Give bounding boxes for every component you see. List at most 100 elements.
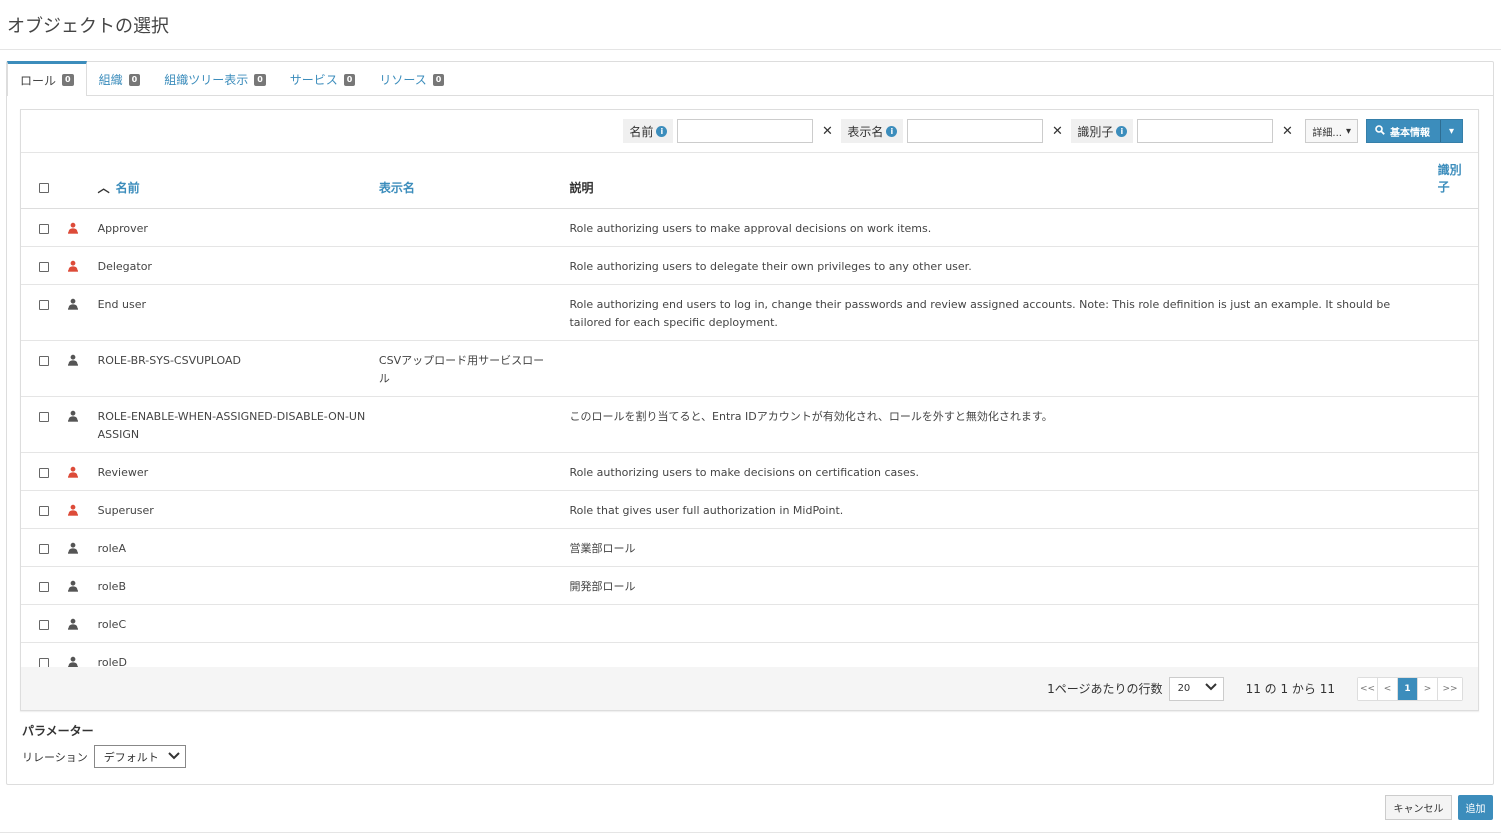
role-name[interactable]: Superuser <box>97 490 379 529</box>
role-icon-cell <box>67 452 98 491</box>
role-description <box>569 604 1438 643</box>
role-description: Role authorizing end users to log in, ch… <box>569 284 1438 341</box>
name-column-header[interactable]: ︿ 名前 <box>97 153 379 209</box>
identifier-column-header[interactable]: 識別子 <box>1437 153 1478 209</box>
row-checkbox[interactable] <box>39 505 49 516</box>
select-all-checkbox[interactable] <box>39 182 49 193</box>
tab-resource[interactable]: リソース 0 <box>367 61 456 95</box>
display-name-column-header[interactable]: 表示名 <box>378 153 570 209</box>
role-icon-cell <box>67 396 98 453</box>
role-display-name: CSVアップロード用サービスロール <box>378 340 570 397</box>
role-name[interactable]: ROLE-ENABLE-WHEN-ASSIGNED-DISABLE-ON-UNA… <box>97 396 379 453</box>
name-search-input[interactable] <box>677 119 814 143</box>
pagination: << < 1 > >> <box>1357 676 1463 701</box>
row-checkbox[interactable] <box>39 657 49 668</box>
cancel-button[interactable]: キャンセル <box>1385 795 1452 820</box>
role-icon-cell <box>67 490 98 529</box>
display-name-search-label: 表示名 i <box>841 119 904 143</box>
row-checkbox[interactable] <box>39 411 49 422</box>
role-name[interactable]: roleC <box>97 604 379 643</box>
display-name-search-input[interactable] <box>907 119 1044 143</box>
header-label: 名前 <box>115 180 140 195</box>
table-row[interactable]: roleB 開発部ロール <box>21 566 1478 605</box>
role-icon <box>67 260 79 272</box>
add-button[interactable]: 追加 <box>1458 795 1493 820</box>
identifier-search-input[interactable] <box>1137 119 1274 143</box>
label-text: 名前 <box>629 124 654 139</box>
last-page-button[interactable]: >> <box>1438 677 1462 700</box>
row-checkbox[interactable] <box>39 619 49 630</box>
tab-service[interactable]: サービス 0 <box>278 61 368 95</box>
role-identifier <box>1437 528 1478 567</box>
row-checkbox[interactable] <box>39 261 49 272</box>
caret-down-icon[interactable]: ▾ <box>1440 120 1462 142</box>
clear-icon[interactable]: ✕ <box>1277 124 1297 139</box>
row-select-cell <box>21 284 68 341</box>
caret-down-icon: ▾ <box>1345 125 1351 137</box>
next-page-button[interactable]: > <box>1418 677 1438 700</box>
clear-icon[interactable]: ✕ <box>1047 124 1067 139</box>
role-name[interactable]: roleA <box>97 528 379 567</box>
first-page-button[interactable]: << <box>1358 677 1378 700</box>
table-row[interactable]: Delegator Role authorizing users to deleg… <box>21 246 1478 285</box>
clear-icon[interactable]: ✕ <box>817 124 837 139</box>
role-name[interactable]: Approver <box>97 208 379 247</box>
role-icon <box>67 222 79 234</box>
chevron-down-icon <box>1204 683 1217 694</box>
tab-label: リソース <box>379 73 427 87</box>
row-checkbox[interactable] <box>39 467 49 478</box>
role-description: Role authorizing users to make approval … <box>569 208 1438 247</box>
role-name[interactable]: ROLE-BR-SYS-CSVUPLOAD <box>97 340 379 397</box>
icon-header <box>67 153 98 209</box>
role-name[interactable]: End user <box>97 284 379 341</box>
row-select-cell <box>21 528 68 567</box>
table-row[interactable]: Approver Role authorizing users to make a… <box>21 208 1478 247</box>
row-checkbox[interactable] <box>39 581 49 592</box>
select-value: デフォルト <box>103 750 159 764</box>
table-row[interactable]: roleA 営業部ロール <box>21 528 1478 567</box>
row-checkbox[interactable] <box>39 355 49 366</box>
table-row[interactable]: Superuser Role that gives user full autho… <box>21 490 1478 529</box>
role-identifier <box>1437 396 1478 453</box>
search-bar: 名前 i ✕ 表示名 i ✕ 識別子 i ✕ 詳細... ▾ 基本情報 ▾ <box>21 110 1478 153</box>
more-filters-button[interactable]: 詳細... ▾ <box>1305 119 1358 143</box>
row-checkbox[interactable] <box>39 223 49 234</box>
label-text: 識別子 <box>1077 124 1114 139</box>
prev-page-button[interactable]: < <box>1378 677 1398 700</box>
row-checkbox[interactable] <box>39 543 49 554</box>
role-display-name <box>378 604 570 643</box>
rows-per-page-select[interactable]: 20 <box>1168 676 1224 701</box>
divider <box>0 832 1501 833</box>
role-name[interactable]: roleB <box>97 566 379 605</box>
result-count: 11 の 1 から 11 <box>1245 682 1335 696</box>
relation-row: リレーション デフォルト <box>22 745 186 768</box>
count-badge: 0 <box>128 73 141 86</box>
table-row[interactable]: roleC <box>21 604 1478 643</box>
select-value: 20 <box>1177 683 1191 694</box>
table-row[interactable]: ROLE-BR-SYS-CSVUPLOAD CSVアップロード用サービスロール <box>21 340 1478 397</box>
role-icon <box>67 656 79 668</box>
tab-org-tree[interactable]: 組織ツリー表示 0 <box>152 61 278 95</box>
role-name[interactable]: Delegator <box>97 246 379 285</box>
info-icon[interactable]: i <box>1116 125 1128 137</box>
row-checkbox[interactable] <box>39 299 49 310</box>
tab-role[interactable]: ロール 0 <box>7 61 87 96</box>
tab-label: サービス <box>289 73 338 87</box>
role-identifier <box>1437 604 1478 643</box>
role-identifier <box>1437 566 1478 605</box>
table-row[interactable]: End user Role authorizing end users to lo… <box>21 284 1478 341</box>
tab-org[interactable]: 組織 0 <box>87 61 153 95</box>
header-label: 識別子 <box>1437 162 1462 194</box>
table-row[interactable]: Reviewer Role authorizing users to make d… <box>21 452 1478 491</box>
relation-select[interactable]: デフォルト <box>93 745 186 768</box>
search-icon <box>1375 124 1385 138</box>
info-icon[interactable]: i <box>656 125 668 137</box>
basic-search-button[interactable]: 基本情報 ▾ <box>1366 119 1463 143</box>
page-title: オブジェクトの選択 <box>7 16 169 37</box>
table-row[interactable]: ROLE-ENABLE-WHEN-ASSIGNED-DISABLE-ON-UNA… <box>21 396 1478 453</box>
role-icon <box>67 410 79 422</box>
page-1-button[interactable]: 1 <box>1398 677 1418 700</box>
row-select-cell <box>21 490 68 529</box>
info-icon[interactable]: i <box>886 125 898 137</box>
role-name[interactable]: Reviewer <box>97 452 379 491</box>
